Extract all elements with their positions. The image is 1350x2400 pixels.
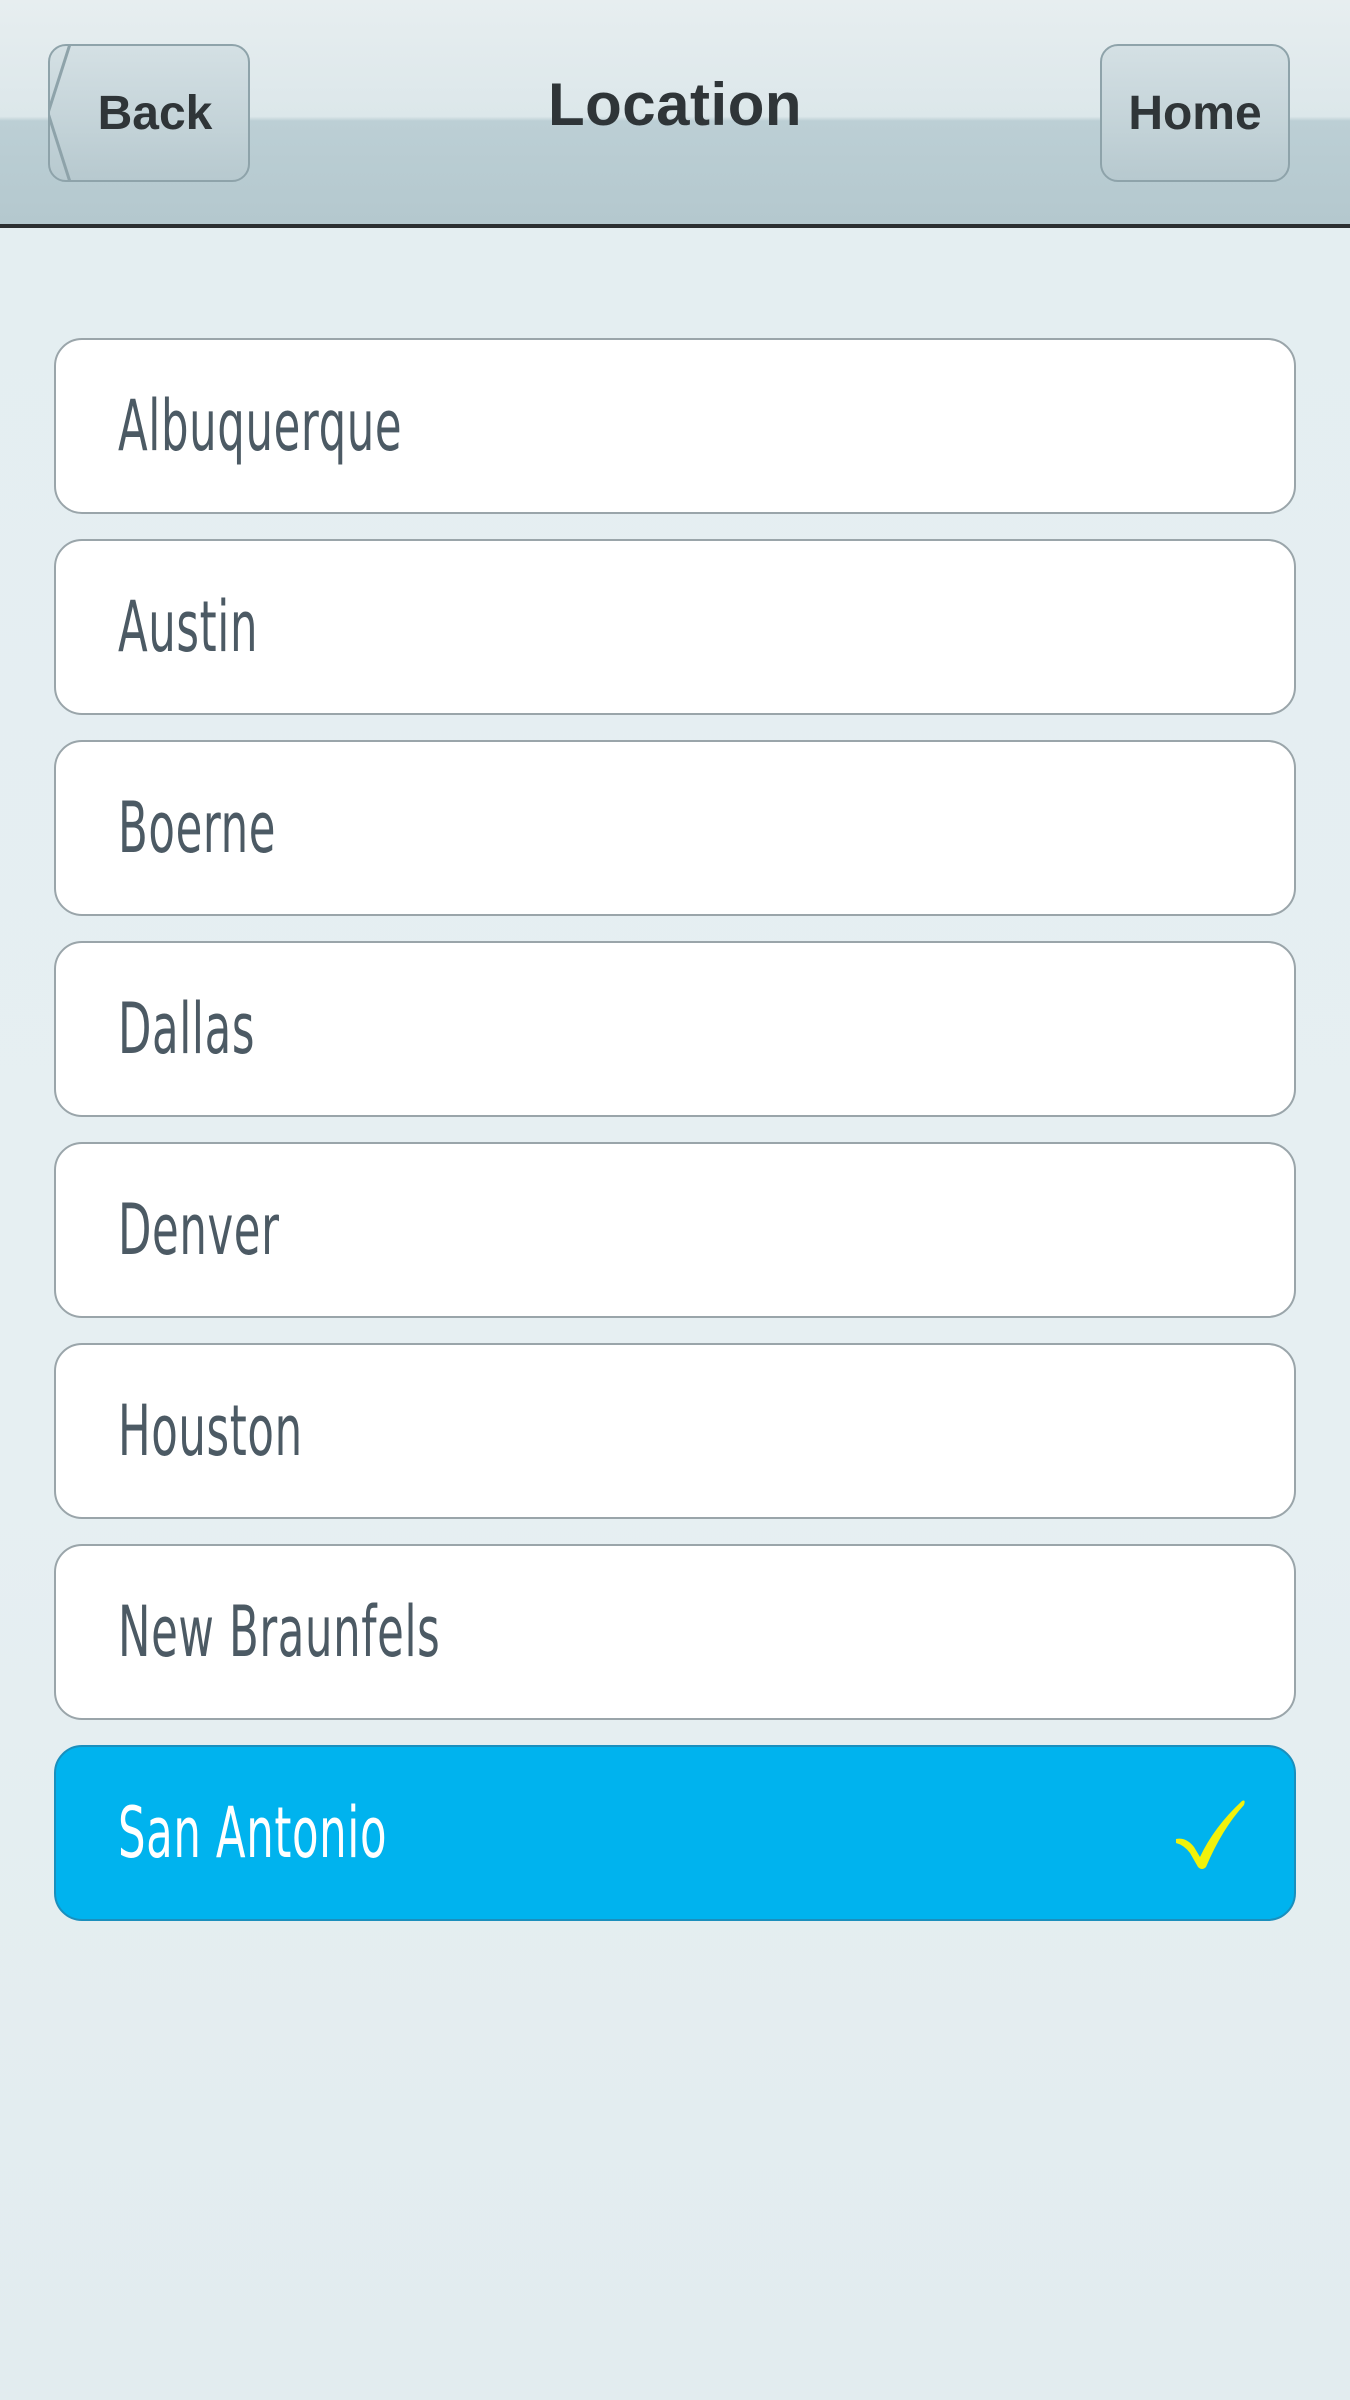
home-button[interactable]: Home [1100, 44, 1290, 182]
location-item-albuquerque[interactable]: Albuquerque [54, 338, 1296, 514]
location-list: Albuquerque Austin Boerne Dallas Denver … [54, 338, 1296, 1946]
location-label: Boerne [118, 787, 277, 869]
checkmark-icon [1176, 1800, 1245, 1869]
location-label: Austin [118, 586, 259, 668]
location-item-houston[interactable]: Houston [54, 1343, 1296, 1519]
location-label: Houston [118, 1390, 303, 1472]
navigation-bar: Back Location Home [0, 0, 1350, 228]
location-item-boerne[interactable]: Boerne [54, 740, 1296, 916]
location-label: Dallas [118, 988, 256, 1070]
home-button-label: Home [1128, 86, 1262, 140]
location-label: Albuquerque [118, 385, 403, 467]
location-label: Denver [118, 1189, 280, 1271]
location-item-austin[interactable]: Austin [54, 539, 1296, 715]
location-item-new-braunfels[interactable]: New Braunfels [54, 1544, 1296, 1720]
location-item-san-antonio[interactable]: San Antonio [54, 1745, 1296, 1921]
location-item-dallas[interactable]: Dallas [54, 941, 1296, 1117]
location-item-denver[interactable]: Denver [54, 1142, 1296, 1318]
location-label: New Braunfels [118, 1591, 441, 1673]
location-label: San Antonio [118, 1792, 388, 1874]
